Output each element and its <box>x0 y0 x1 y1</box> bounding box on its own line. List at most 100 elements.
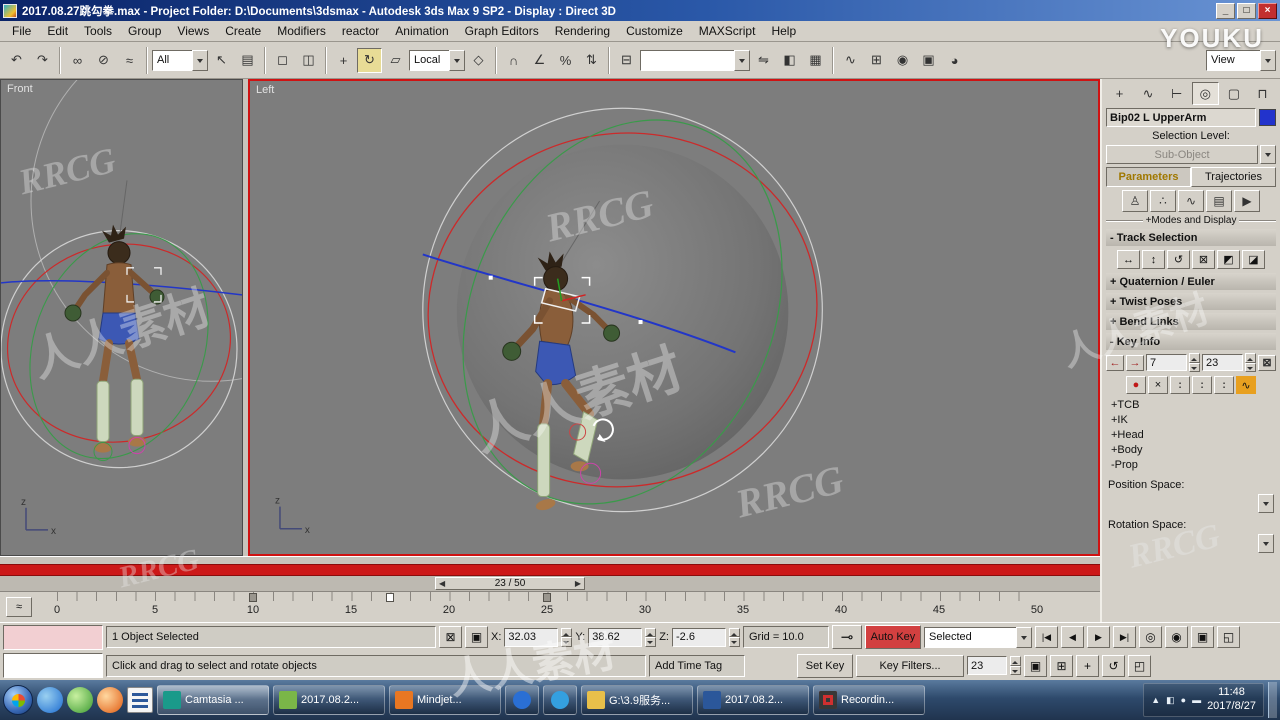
utilities-tab-icon[interactable]: ⊓ <box>1249 82 1276 105</box>
rollout-twist-poses[interactable]: + Twist Poses <box>1106 293 1276 310</box>
y-coordinate-field[interactable]: 38.62 <box>588 627 643 647</box>
select-object-icon[interactable]: ↖ <box>209 48 234 73</box>
chevron-down-icon[interactable] <box>1260 145 1276 164</box>
zoom-extents-all-icon[interactable]: ⊞ <box>1050 654 1073 677</box>
chevron-down-icon[interactable] <box>192 49 208 71</box>
key-lock-icon[interactable]: ⊠ <box>1258 354 1276 371</box>
object-color-swatch[interactable] <box>1259 109 1276 126</box>
zoom-extents-icon[interactable]: ▣ <box>1190 626 1214 649</box>
parameters-tab[interactable]: Parameters <box>1106 167 1191 187</box>
biped-figure-mode-icon[interactable]: ♙ <box>1122 190 1148 212</box>
manipulate-icon[interactable]: ◇ <box>466 48 491 73</box>
motion-tab-icon[interactable]: ◎ <box>1191 82 1219 105</box>
biped-playback-icon[interactable]: ▶ <box>1234 190 1260 212</box>
schematic-view-icon[interactable]: ⊞ <box>864 48 889 73</box>
taskbar-word-button[interactable]: 2017.08.2... <box>697 685 809 715</box>
zoom-region-icon[interactable]: ◱ <box>1216 626 1240 649</box>
key-number-field[interactable]: 7 <box>1146 354 1187 371</box>
menu-rendering[interactable]: Rendering <box>547 21 618 41</box>
taskbar-mindjet-button[interactable]: Mindjet... <box>389 685 501 715</box>
tcb-dot-icon[interactable]: ∶ <box>1214 376 1234 394</box>
animation-key-selected[interactable] <box>386 593 394 602</box>
maxscript-mini-listener-white[interactable] <box>3 653 103 679</box>
unlink-selection-icon[interactable]: ⊘ <box>91 48 116 73</box>
viewport-front-label[interactable]: Front <box>7 83 33 95</box>
spinner-up[interactable] <box>645 627 657 638</box>
rollout-bend-links[interactable]: + Bend Links <box>1106 313 1276 330</box>
section-head[interactable]: +Head <box>1106 428 1276 443</box>
show-desktop-button[interactable] <box>1268 682 1277 718</box>
zoom-icon[interactable]: ◎ <box>1138 626 1162 649</box>
orange-app-icon[interactable] <box>97 687 123 713</box>
maximize-button[interactable]: □ <box>1237 2 1256 19</box>
align-icon[interactable]: ◧ <box>777 48 802 73</box>
tcb-dot-icon[interactable]: ∶ <box>1170 376 1190 394</box>
spinner-down[interactable] <box>1245 362 1256 372</box>
taskbar-camtasia-button[interactable]: Camtasia ... <box>157 685 269 715</box>
percent-snap-icon[interactable]: % <box>553 48 578 73</box>
select-by-name-icon[interactable]: ▤ <box>235 48 260 73</box>
go-to-start-icon[interactable]: |◀ <box>1034 626 1058 649</box>
internet-explorer-icon[interactable] <box>37 687 63 713</box>
menu-group[interactable]: Group <box>120 21 169 41</box>
rollout-key-info[interactable]: - Key Info <box>1106 333 1276 350</box>
key-filters-button[interactable]: Key Filters... <box>856 654 964 677</box>
taskbar-clock[interactable]: 11:48 2017/8/27 <box>1207 686 1256 714</box>
menu-views[interactable]: Views <box>169 21 217 41</box>
key-time-field[interactable]: 23 <box>1202 354 1243 371</box>
trajectory-curve-icon[interactable]: ∿ <box>1236 376 1256 394</box>
key-mode-toggle-icon[interactable]: ▣ <box>1024 654 1047 677</box>
maxscript-mini-listener-pink[interactable] <box>3 624 103 650</box>
reference-coordinate-dropdown[interactable]: Local <box>409 49 465 71</box>
chevron-down-icon[interactable] <box>1015 626 1032 648</box>
menu-create[interactable]: Create <box>217 21 269 41</box>
biped-motionflow-mode-icon[interactable]: ∿ <box>1178 190 1204 212</box>
tray-app-icon[interactable]: ▬ <box>1192 695 1201 705</box>
spinner-up[interactable] <box>728 627 740 638</box>
section-tcb[interactable]: +TCB <box>1106 398 1276 413</box>
add-time-tag[interactable]: Add Time Tag <box>649 654 745 677</box>
go-to-end-icon[interactable]: ▶| <box>1112 626 1136 649</box>
previous-key-icon[interactable]: ← <box>1106 354 1124 371</box>
sphere-object[interactable] <box>456 144 789 480</box>
lock-com-keying-icon[interactable]: ⊠ <box>1192 250 1215 269</box>
next-key-icon[interactable]: → <box>1126 354 1144 371</box>
section-ik[interactable]: +IK <box>1106 413 1276 428</box>
time-slider-prev[interactable]: ◀ <box>439 579 445 588</box>
window-crossing-icon[interactable]: ◫ <box>296 48 321 73</box>
create-tab-icon[interactable]: + <box>1106 82 1133 105</box>
taskbar-folder-button[interactable]: G:\3.9服务... <box>581 685 693 715</box>
select-and-scale-icon[interactable]: ▱ <box>383 48 408 73</box>
curve-editor-icon[interactable]: ∿ <box>838 48 863 73</box>
render-setup-icon[interactable]: ▣ <box>916 48 941 73</box>
bind-to-spacewarp-icon[interactable]: ≈ <box>117 48 142 73</box>
position-space-dropdown[interactable] <box>1108 494 1274 513</box>
taskbar-recorder-button[interactable]: Recordin... <box>813 685 925 715</box>
mini-curve-editor-button[interactable]: ≈ <box>6 597 32 617</box>
delete-key-icon[interactable]: × <box>1148 376 1168 394</box>
time-slider-track[interactable]: ◀ 23 / 50 ▶ <box>0 576 1100 592</box>
spinner-up[interactable] <box>1189 353 1200 363</box>
spinner-down[interactable] <box>645 637 657 647</box>
taskbar-icon-button-1[interactable] <box>505 685 539 715</box>
track-bar[interactable]: ≈ 0 5 10 15 20 25 30 35 40 45 50 <box>0 592 1100 622</box>
menu-edit[interactable]: Edit <box>39 21 76 41</box>
menu-file[interactable]: File <box>4 21 39 41</box>
set-keys-icon[interactable]: ⊸ <box>831 625 862 650</box>
viewport-left-active[interactable]: z x Left <box>248 79 1100 556</box>
body-horizontal-icon[interactable]: ↔ <box>1117 250 1140 269</box>
set-key-button[interactable]: Set Key <box>797 653 853 678</box>
sub-object-button[interactable]: Sub-Object <box>1106 145 1258 164</box>
start-button[interactable] <box>3 685 33 715</box>
absolute-offset-icon[interactable]: ▣ <box>465 626 488 649</box>
taskbar-project-button[interactable]: 2017.08.2... <box>273 685 385 715</box>
chevron-down-icon[interactable] <box>449 49 465 71</box>
menu-animation[interactable]: Animation <box>387 21 456 41</box>
section-body[interactable]: +Body <box>1106 443 1276 458</box>
tray-app-icon[interactable]: ● <box>1181 695 1186 705</box>
time-slider-handle[interactable]: ◀ 23 / 50 ▶ <box>435 577 585 590</box>
time-slider-next[interactable]: ▶ <box>575 579 581 588</box>
tray-expand-icon[interactable]: ▲ <box>1151 695 1160 705</box>
character-model-front[interactable] <box>64 180 165 462</box>
view-dropdown[interactable]: View <box>1206 49 1276 71</box>
